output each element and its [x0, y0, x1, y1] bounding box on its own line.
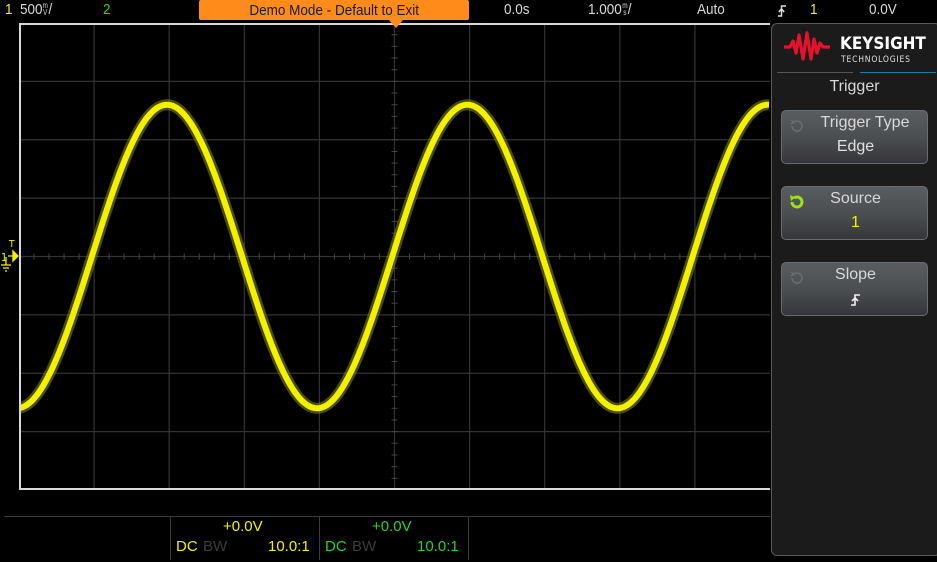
demo-mode-text: Demo Mode - Default to Exit	[249, 2, 419, 19]
channel2-info[interactable]: +0.0V DC BW 10.0:1	[319, 516, 469, 560]
softkey-value: Edge	[836, 138, 875, 155]
divider-accent	[860, 72, 936, 73]
menu-title: Trigger	[829, 78, 880, 95]
waveform-display[interactable]	[19, 23, 770, 490]
softkey-menu-panel: KEYSIGHT TECHNOLOGIES Trigger Trigger Ty…	[771, 23, 937, 556]
softkey-source[interactable]: Source 1	[781, 186, 928, 240]
rising-edge-icon	[782, 292, 929, 311]
softkey-label: Source	[830, 190, 881, 207]
trigger-level[interactable]: 0.0V	[869, 0, 897, 20]
brand-subtitle: TECHNOLOGIES	[841, 55, 911, 65]
time-scale[interactable]: 1.000 m s /	[588, 0, 632, 20]
status-bar: 1 500 m V/ 2 Demo Mode - Default to Exit 0…	[0, 0, 937, 20]
channel1-probe-ratio: 10.0:1	[268, 538, 310, 555]
time-scale-unit: ms	[622, 1, 627, 17]
keysight-wave-icon	[784, 31, 830, 61]
softkey-value: 1	[851, 214, 860, 231]
demo-mode-banner[interactable]: Demo Mode - Default to Exit	[199, 0, 469, 20]
channel1-ground-marker[interactable]: T 1	[0, 237, 19, 277]
channel1-label[interactable]: 1	[5, 0, 13, 20]
arrow-right-icon	[8, 249, 19, 263]
trigger-source[interactable]: 1	[810, 0, 818, 20]
softkey-label: Trigger Type	[820, 114, 910, 131]
channel1-bw-limit: BW	[203, 538, 228, 555]
channel2-offset: +0.0V	[372, 518, 412, 535]
divider	[777, 72, 853, 73]
brand-name: KEYSIGHT	[840, 34, 926, 54]
softkey-slope[interactable]: Slope	[781, 262, 928, 316]
channel1-info[interactable]: +0.0V DC BW 10.0:1	[170, 516, 320, 560]
channel2-coupling: DC	[325, 538, 347, 555]
channel2-label[interactable]: 2	[103, 0, 111, 20]
trigger-level-label: T	[8, 239, 15, 250]
channel1-offset: +0.0V	[223, 518, 263, 535]
channel1-scale-unit: mV	[43, 1, 48, 17]
trigger-mode[interactable]: Auto	[697, 0, 725, 20]
per-div-suffix: /	[48, 1, 53, 18]
unit-base: V	[43, 7, 48, 17]
time-scale-value: 1.000	[588, 1, 622, 18]
trigger-position-marker[interactable]	[389, 20, 403, 28]
channel2-probe-ratio: 10.0:1	[417, 538, 459, 555]
channel1-scale[interactable]: 500 m V /	[20, 0, 52, 20]
rising-edge-icon	[777, 3, 787, 23]
per-div-suffix: /	[627, 1, 632, 18]
time-delay[interactable]: 0.0s	[504, 0, 530, 20]
softkey-trigger-type[interactable]: Trigger Type Edge	[781, 110, 928, 164]
softkey-label: Slope	[835, 266, 876, 283]
unit-base: s	[622, 7, 627, 17]
channel1-coupling: DC	[176, 538, 198, 555]
channel1-scale-value: 500	[20, 1, 43, 18]
keysight-logo: KEYSIGHT TECHNOLOGIES	[782, 29, 932, 69]
channel2-bw-limit: BW	[352, 538, 377, 555]
